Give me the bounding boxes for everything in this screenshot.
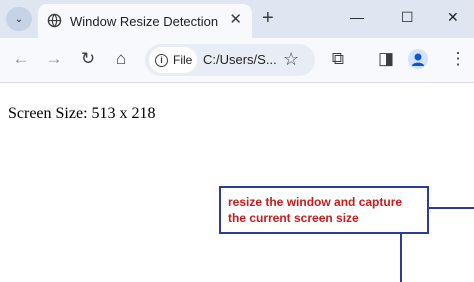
- person-icon: [412, 53, 424, 66]
- annotation-connector-horizontal: [429, 207, 474, 209]
- browser-titlebar: ⌄ Window Resize Detection ✕ + — ☐ ✕: [0, 0, 474, 38]
- annotation-callout: resize the window and capture the curren…: [219, 186, 429, 234]
- address-bar[interactable]: i File C:/Users/S... ☆: [145, 44, 315, 76]
- chevron-down-icon: ⌄: [14, 13, 24, 25]
- tab-title: Window Resize Detection: [70, 14, 219, 29]
- browser-menu-button[interactable]: ⋮: [446, 47, 470, 71]
- back-button[interactable]: ←: [9, 47, 33, 71]
- extensions-button[interactable]: ⧉: [326, 47, 350, 71]
- new-tab-button[interactable]: +: [262, 8, 274, 28]
- url-text[interactable]: C:/Users/S...: [203, 52, 277, 67]
- reload-button[interactable]: ↻: [76, 47, 100, 71]
- screen-size-text: Screen Size: 513 x 218: [8, 105, 156, 122]
- browser-toolbar: ← → ↻ ⌂ i File C:/Users/S... ☆ ⧉ ◨ ⋮: [0, 38, 474, 83]
- site-info-label: File: [173, 53, 193, 67]
- annotation-text: resize the window and capture the curren…: [228, 195, 403, 225]
- page-content: Screen Size: 513 x 218: [0, 83, 474, 282]
- annotation-connector-vertical: [400, 234, 402, 282]
- browser-tab-active[interactable]: Window Resize Detection ✕: [38, 4, 252, 38]
- forward-button[interactable]: →: [42, 47, 66, 71]
- info-icon: i: [155, 53, 168, 67]
- profile-avatar[interactable]: [408, 49, 428, 69]
- bookmark-star-icon[interactable]: ☆: [283, 49, 299, 69]
- home-button[interactable]: ⌂: [109, 47, 133, 71]
- globe-icon: [47, 13, 62, 28]
- tab-search-button[interactable]: ⌄: [6, 7, 32, 31]
- close-window-button[interactable]: ✕: [447, 7, 459, 27]
- tab-close-button[interactable]: ✕: [229, 12, 242, 28]
- side-panel-button[interactable]: ◨: [374, 47, 398, 71]
- minimize-button[interactable]: —: [350, 7, 364, 27]
- site-info-chip[interactable]: i File: [149, 47, 197, 73]
- maximize-button[interactable]: ☐: [401, 7, 414, 27]
